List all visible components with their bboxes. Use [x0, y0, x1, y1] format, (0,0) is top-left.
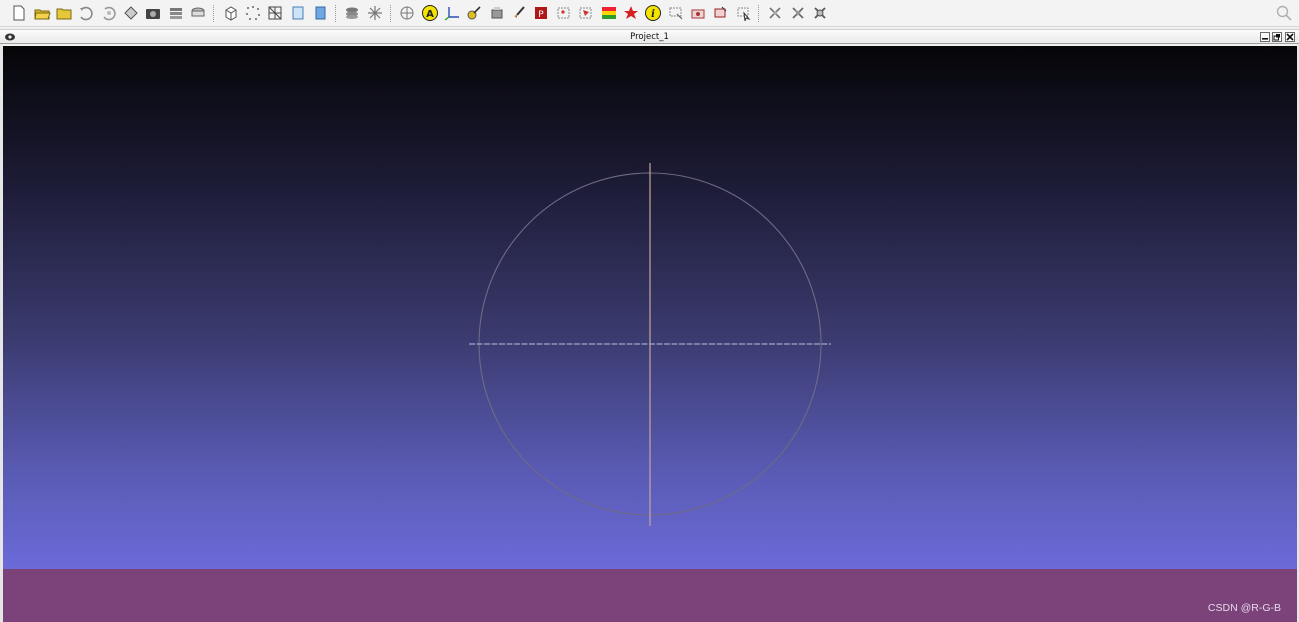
import-mesh-icon	[56, 8, 72, 20]
3d-viewport[interactable]	[3, 46, 1297, 569]
paint-bucket-icon	[491, 7, 503, 19]
toolbar-separator	[390, 4, 392, 22]
delete-faces-button[interactable]	[788, 3, 808, 23]
toolbar-group	[8, 3, 209, 23]
export-mesh-button[interactable]	[121, 3, 141, 23]
wireframe-button[interactable]	[265, 3, 285, 23]
delete-faces-icon	[791, 7, 804, 19]
watermark: CSDN @R-G-B	[1207, 602, 1281, 614]
brush-button[interactable]	[509, 3, 529, 23]
axes-icon	[444, 7, 459, 21]
axes-button[interactable]	[442, 3, 462, 23]
paint-bucket-button[interactable]	[487, 3, 507, 23]
import-mesh-button[interactable]	[54, 3, 74, 23]
svg-text:i: i	[651, 9, 655, 20]
select-faces-button[interactable]	[576, 3, 596, 23]
close-icon	[1286, 33, 1294, 41]
points-icon	[245, 6, 260, 20]
close-button[interactable]	[1285, 32, 1295, 42]
delete-vertices-button[interactable]	[765, 3, 785, 23]
layer-stack-icon	[169, 8, 182, 19]
export-mesh-icon	[124, 6, 138, 20]
georef-button[interactable]	[621, 3, 641, 23]
measure-icon	[467, 6, 481, 20]
info-button[interactable]: i	[643, 3, 663, 23]
light-button[interactable]	[365, 3, 385, 23]
select-cursor-button[interactable]	[733, 3, 753, 23]
toolbar-separator	[758, 4, 760, 22]
select-point-icon	[714, 6, 727, 18]
trackball-button[interactable]	[397, 3, 417, 23]
flat-shading-icon	[292, 6, 304, 20]
info-icon: i	[645, 5, 662, 21]
annotation-icon: A	[421, 5, 438, 21]
select-vertices-button[interactable]	[554, 3, 574, 23]
select-region-icon	[669, 7, 683, 20]
layers-dialog-icon	[346, 7, 359, 19]
bounding-box-button[interactable]	[221, 3, 241, 23]
color-map-icon	[601, 7, 616, 19]
restore-icon	[1273, 34, 1280, 41]
select-point-button[interactable]	[710, 3, 730, 23]
snapshot-button[interactable]	[143, 3, 163, 23]
texture-paint-icon: P	[535, 7, 548, 20]
search-icon[interactable]	[1275, 4, 1293, 22]
open-project-icon	[33, 9, 51, 20]
minimize-button[interactable]	[1260, 32, 1270, 42]
measure-button[interactable]	[464, 3, 484, 23]
delete-vertices-icon	[769, 7, 781, 19]
toolbar-separator	[335, 4, 337, 22]
texture-paint-button[interactable]: P	[531, 3, 551, 23]
toolbar-separator	[213, 4, 215, 22]
snapshot-icon	[146, 9, 161, 19]
toolbar-group	[341, 3, 386, 23]
select-vertices-icon	[557, 7, 570, 19]
select-connected-button[interactable]	[688, 3, 708, 23]
restore-button[interactable]	[1272, 32, 1282, 42]
delete-all-button[interactable]	[810, 3, 830, 23]
trackball-icon	[400, 6, 414, 20]
trackball-gizmo[interactable]	[3, 46, 1297, 569]
raster-icon	[191, 7, 205, 17]
flat-shading-button[interactable]	[288, 3, 308, 23]
delete-all-icon	[814, 7, 826, 19]
select-region-button[interactable]	[666, 3, 686, 23]
wireframe-icon	[268, 6, 282, 20]
raster-button[interactable]	[188, 3, 208, 23]
toolbar-group	[764, 3, 831, 23]
reload-all-icon	[103, 6, 116, 21]
main-toolbar: A Pi	[0, 0, 1299, 27]
window-title: Project_1	[630, 32, 669, 42]
georef-icon	[623, 6, 638, 19]
svg-text:A: A	[426, 9, 434, 20]
subwindow-titlebar[interactable]: Project_1	[0, 29, 1299, 44]
open-project-button[interactable]	[32, 3, 52, 23]
toolbar-group	[219, 3, 331, 23]
points-button[interactable]	[243, 3, 263, 23]
select-connected-icon	[691, 9, 705, 19]
toolbar-group: A Pi	[396, 3, 754, 23]
new-project-button[interactable]	[9, 3, 29, 23]
reload-icon	[80, 6, 94, 21]
light-icon	[367, 6, 382, 20]
reload-all-button[interactable]	[99, 3, 119, 23]
brush-icon	[514, 6, 525, 18]
svg-text:P: P	[539, 10, 545, 20]
select-cursor-icon	[737, 7, 751, 22]
viewport-bottom-band: CSDN @R-G-B	[3, 569, 1297, 622]
layers-dialog-button[interactable]	[342, 3, 362, 23]
reload-button[interactable]	[76, 3, 96, 23]
color-map-button[interactable]	[599, 3, 619, 23]
minimize-icon	[1262, 38, 1268, 40]
layer-stack-button[interactable]	[166, 3, 186, 23]
new-project-icon	[13, 5, 25, 21]
select-faces-icon	[579, 7, 592, 19]
smooth-shading-button[interactable]	[310, 3, 330, 23]
annotation-button[interactable]: A	[420, 3, 440, 23]
bounding-box-icon	[225, 6, 237, 21]
smooth-shading-icon	[315, 6, 326, 20]
